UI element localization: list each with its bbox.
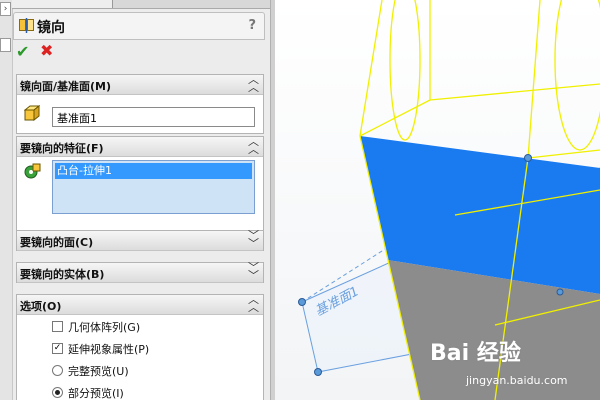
mirror-property-manager: 镜向 ? ✔ ✖ 镜向面/基准面(M) ︿ ︿ 基准面1 要镜向的特征(F) ︿ ︿ — [13, 12, 265, 400]
mirror-feature-icon — [19, 18, 34, 33]
faces-group: 要镜向的面(C) ﹀ ﹀ — [16, 230, 264, 251]
ok-button[interactable]: ✔ — [16, 42, 29, 61]
partial-preview-label: 部分预览(I) — [68, 387, 124, 400]
propagate-visual-checkbox[interactable]: ✓ — [52, 343, 63, 354]
chevron-up-icon[interactable]: ︿ ︿ — [248, 294, 259, 313]
geometry-pattern-checkbox[interactable] — [52, 321, 63, 332]
group-label: 要镜向的面(C) — [20, 236, 94, 249]
action-row: ✔ ✖ — [13, 40, 265, 64]
title-bar: 镜向 ? — [13, 12, 265, 40]
geometry-pattern-label: 几何体阵列(G) — [68, 321, 141, 334]
chevron-up-icon[interactable]: ︿ ︿ — [248, 74, 259, 93]
property-manager-panel: › 镜向 ? ✔ ✖ 镜向面/基准面(M) ︿ ︿ 基准面1 要镜向的特征(F)… — [0, 0, 270, 400]
plane-handle[interactable] — [298, 298, 306, 306]
options-group: 选项(O) ︿ ︿ 几何体阵列(G) ✓ 延伸视象属性(P) 完整预览(U) 部分… — [16, 294, 264, 400]
group-label: 要镜向的特征(F) — [20, 142, 104, 155]
group-label: 选项(O) — [20, 300, 62, 313]
group-label: 要镜向的实体(B) — [20, 268, 105, 281]
propagate-visual-label: 延伸视象属性(P) — [68, 343, 150, 356]
plane-handle[interactable] — [556, 288, 564, 296]
left-strip: › — [0, 0, 13, 400]
chevron-down-icon[interactable]: ﹀ ﹀ — [248, 230, 259, 249]
plane-cube-icon — [24, 105, 40, 121]
features-group: 要镜向的特征(F) ︿ ︿ 凸台-拉伸1 — [16, 136, 264, 232]
plane-handle[interactable] — [524, 154, 532, 162]
plane-handle[interactable] — [314, 368, 322, 376]
cancel-button[interactable]: ✖ — [40, 41, 53, 60]
full-preview-radio[interactable] — [52, 365, 63, 376]
collapse-arrow-icon[interactable]: › — [0, 2, 11, 16]
side-tab-icon[interactable] — [0, 38, 11, 52]
chevron-up-icon[interactable]: ︿ ︿ — [248, 136, 259, 155]
tab-dim-expert[interactable] — [72, 0, 93, 8]
tab-property-manager[interactable] — [32, 0, 53, 8]
group-label: 镜向面/基准面(M) — [20, 80, 112, 93]
mirror-plane-field[interactable]: 基准面1 — [52, 107, 255, 127]
list-item[interactable]: 凸台-拉伸1 — [55, 163, 252, 179]
full-preview-label: 完整预览(U) — [68, 365, 129, 378]
features-list[interactable]: 凸台-拉伸1 — [52, 160, 255, 214]
page-title: 镜向 — [37, 20, 65, 36]
help-icon[interactable]: ? — [248, 18, 256, 33]
options-header[interactable]: 选项(O) ︿ ︿ — [17, 294, 263, 315]
tab-config-manager[interactable] — [52, 0, 73, 8]
bodies-group: 要镜向的实体(B) ﹀ ﹀ — [16, 262, 264, 283]
bodies-header[interactable]: 要镜向的实体(B) ﹀ ﹀ — [17, 262, 263, 283]
chevron-down-icon[interactable]: ﹀ ﹀ — [248, 262, 259, 281]
mirror-plane-group: 镜向面/基准面(M) ︿ ︿ 基准面1 — [16, 74, 264, 134]
partial-preview-radio[interactable] — [52, 387, 63, 398]
features-header[interactable]: 要镜向的特征(F) ︿ ︿ — [17, 136, 263, 157]
watermark-url: jingyan.baidu.com — [466, 374, 568, 387]
panel-tabs — [12, 0, 270, 9]
faces-header[interactable]: 要镜向的面(C) ﹀ ﹀ — [17, 230, 263, 251]
watermark-brand: Bai 经验 — [430, 341, 521, 366]
tab-display-manager[interactable] — [92, 0, 113, 8]
mirror-plane-header[interactable]: 镜向面/基准面(M) ︿ ︿ — [17, 74, 263, 95]
feature-tree-icon — [24, 163, 41, 179]
tab-feature-tree[interactable] — [12, 0, 33, 8]
